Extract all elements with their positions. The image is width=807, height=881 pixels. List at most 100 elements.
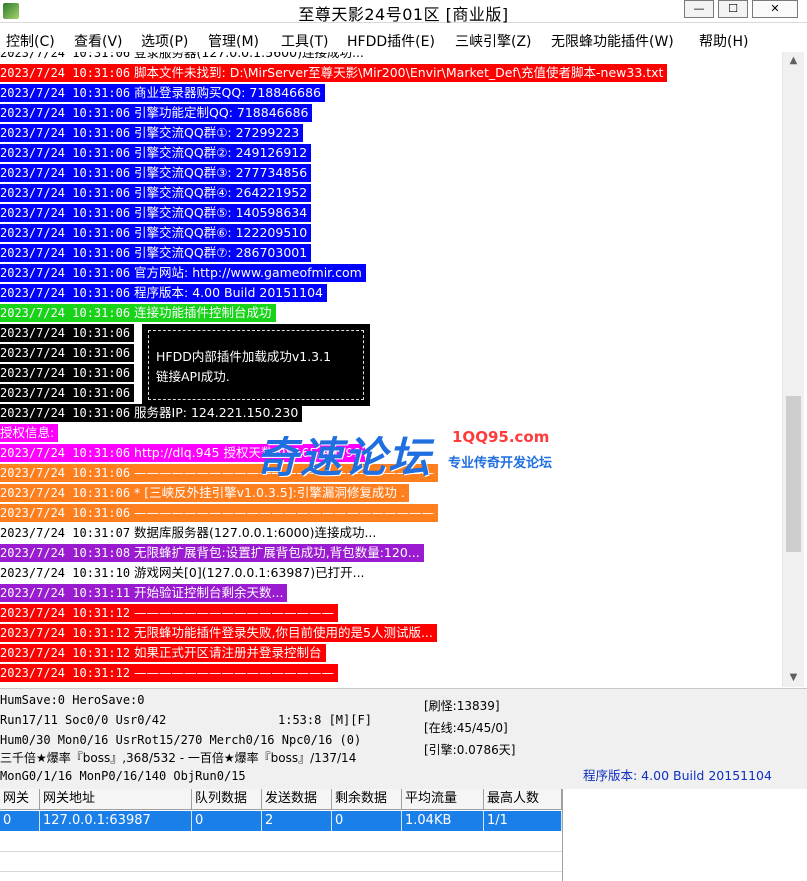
log-line: 2023/7/24 10:31:12 如果正式开区请注册并登录控制台 bbox=[0, 644, 326, 662]
col-gateway-address[interactable]: 网关地址 bbox=[40, 789, 192, 809]
log-message: 数据库服务器(127.0.0.1:6000)连接成功... bbox=[134, 525, 377, 540]
log-line: 2023/7/24 10:31:06 服务器IP: 124.221.150.23… bbox=[0, 404, 303, 422]
log-line: 2023/7/24 10:31:06 引擎交流QQ群④: 264221952 bbox=[0, 184, 312, 202]
menu-options[interactable]: 选项(P) bbox=[141, 31, 188, 51]
log-timestamp: 2023/7/24 10:31:07 bbox=[0, 526, 131, 540]
program-version: 程序版本: 4.00 Build 20151104 bbox=[583, 768, 772, 783]
gateway-id: 0 bbox=[0, 811, 40, 831]
menu-help[interactable]: 帮助(H) bbox=[699, 31, 748, 51]
log-timestamp: 2023/7/24 10:31:08 bbox=[0, 546, 131, 560]
object-status: Hum0/30 Mon0/16 UsrRot15/270 Merch0/16 N… bbox=[0, 733, 362, 747]
queue-data: 0 bbox=[192, 811, 262, 831]
col-send-data[interactable]: 发送数据 bbox=[262, 789, 332, 809]
menu-hfdd-plugin[interactable]: HFDD插件(E) bbox=[347, 31, 435, 51]
col-avg-traffic[interactable]: 平均流量 bbox=[402, 789, 484, 809]
log-line: 2023/7/24 10:31:07 数据库服务器(127.0.0.1:6000… bbox=[0, 524, 380, 542]
log-timestamp: 2023/7/24 10:31:06 bbox=[0, 386, 131, 400]
log-line: 2023/7/24 10:31:06 商业登录器购买QQ: 718846686 bbox=[0, 84, 325, 102]
log-message: ———————————————— bbox=[134, 605, 335, 620]
max-users: 1/1 bbox=[484, 811, 562, 831]
menu-manage[interactable]: 管理(M) bbox=[208, 31, 259, 51]
log-message: ———————————————————————— bbox=[134, 505, 435, 520]
watermark-title: 奇速论坛 bbox=[256, 433, 433, 482]
menu-view[interactable]: 查看(V) bbox=[74, 31, 123, 51]
log-message: 授权信息: bbox=[0, 425, 55, 440]
log-line: 2023/7/24 10:31:06 bbox=[0, 324, 135, 342]
gateway-table-header: 网关 网关地址 队列数据 发送数据 剩余数据 平均流量 最高人数 bbox=[0, 789, 562, 810]
maximize-button[interactable]: ☐ bbox=[718, 0, 748, 18]
log-message: 引擎交流QQ群③: 277734856 bbox=[134, 165, 308, 180]
server-log[interactable]: 2023/7/24 10:31:12 ———————————————— 2023/… bbox=[0, 52, 781, 687]
col-remaining-data[interactable]: 剩余数据 bbox=[332, 789, 402, 809]
log-line: 2023/7/24 10:31:06 bbox=[0, 384, 135, 402]
log-line: 2023/7/24 10:31:06 —————————————————————… bbox=[0, 504, 439, 522]
log-timestamp: 2023/7/24 10:31:06 bbox=[0, 306, 131, 320]
log-line: 2023/7/24 10:31:06 * [三峡反外挂引擎v1.0.3.5]:引… bbox=[0, 484, 409, 502]
log-line: 2023/7/24 10:31:12 无限蜂功能插件登录失败,你目前使用的是5人… bbox=[0, 624, 437, 642]
log-timestamp: 2023/7/24 10:31:06 bbox=[0, 246, 131, 260]
col-gateway[interactable]: 网关 bbox=[0, 789, 40, 809]
log-line: 2023/7/24 10:31:10 游戏网关[0](127.0.0.1:639… bbox=[0, 564, 369, 582]
gateway-table: 网关 网关地址 队列数据 发送数据 剩余数据 平均流量 最高人数 0 127.0… bbox=[0, 789, 563, 881]
log-message: 引擎交流QQ群④: 264221952 bbox=[134, 185, 308, 200]
log-message: 商业登录器购买QQ: 718846686 bbox=[134, 85, 321, 100]
col-queue-data[interactable]: 队列数据 bbox=[192, 789, 262, 809]
log-timestamp: 2023/7/24 10:31:06 bbox=[0, 406, 131, 420]
save-status: HumSave:0 HeroSave:0 bbox=[0, 693, 145, 707]
log-line: 2023/7/24 10:31:06 脚本文件未找到: D:\MirServer… bbox=[0, 64, 668, 82]
scroll-down-icon[interactable]: ▼ bbox=[783, 669, 804, 687]
log-line: 2023/7/24 10:31:06 程序版本: 4.00 Build 2015… bbox=[0, 284, 327, 302]
log-timestamp: 2023/7/24 10:31:06 bbox=[0, 206, 131, 220]
log-scrollbar[interactable]: ▲ ▼ bbox=[782, 52, 804, 687]
log-timestamp: 2023/7/24 10:31:12 bbox=[0, 646, 131, 660]
log-message: 如果正式开区请注册并登录控制台 bbox=[134, 645, 322, 660]
log-timestamp: 2023/7/24 10:31:06 bbox=[0, 326, 131, 340]
log-timestamp: 2023/7/24 10:31:12 bbox=[0, 626, 131, 640]
log-timestamp: 2023/7/24 10:31:06 bbox=[0, 266, 131, 280]
log-line: 2023/7/24 10:31:06 引擎交流QQ群③: 277734856 bbox=[0, 164, 312, 182]
log-timestamp: 2023/7/24 10:31:11 bbox=[0, 586, 131, 600]
menu-sanxia-engine[interactable]: 三峡引擎(Z) bbox=[455, 31, 532, 51]
log-timestamp: 2023/7/24 10:31:06 bbox=[0, 366, 131, 380]
log-line: 2023/7/24 10:31:06 引擎交流QQ群⑦: 286703001 bbox=[0, 244, 312, 262]
log-timestamp: 2023/7/24 10:31:06 bbox=[0, 226, 131, 240]
scroll-up-icon[interactable]: ▲ bbox=[783, 52, 804, 70]
menu-control[interactable]: 控制(C) bbox=[6, 31, 55, 51]
log-timestamp: 2023/7/24 10:31:06 bbox=[0, 86, 131, 100]
table-row[interactable]: 0 127.0.0.1:63987 0 2 0 1.04KB 1/1 bbox=[0, 811, 562, 831]
watermark-url: 1QQ95.com bbox=[452, 428, 550, 446]
remaining-data: 0 bbox=[332, 811, 402, 831]
log-message: 服务器IP: 124.221.150.230 bbox=[134, 405, 299, 420]
log-message: 登录服务器(127.0.0.1:5600)连接成功... bbox=[134, 52, 364, 60]
log-line: 2023/7/24 10:31:06 引擎交流QQ群②: 249126912 bbox=[0, 144, 312, 162]
log-message: 引擎交流QQ群②: 249126912 bbox=[134, 145, 308, 160]
log-timestamp: 2023/7/24 10:31:06 bbox=[0, 146, 131, 160]
log-message: ———————————————— bbox=[134, 665, 335, 680]
log-timestamp: 2023/7/24 10:31:06 bbox=[0, 186, 131, 200]
status-panel: HumSave:0 HeroSave:0 Run17/11 Soc0/0 Usr… bbox=[0, 688, 807, 789]
log-line: 2023/7/24 10:31:06 引擎交流QQ群①: 27299223 bbox=[0, 124, 304, 142]
drop-rate-status: 三千倍★爆率『boss』,368/532 - 一百倍★爆率『boss』/137/… bbox=[0, 751, 357, 765]
api-link-message: 链接API成功. bbox=[156, 369, 230, 384]
online-count: [在线:45/45/0] bbox=[424, 721, 508, 735]
avg-traffic: 1.04KB bbox=[402, 811, 484, 831]
menu-tools[interactable]: 工具(T) bbox=[281, 31, 328, 51]
log-message: 开始验证控制台剩余天数... bbox=[134, 585, 284, 600]
scroll-thumb[interactable] bbox=[786, 396, 801, 552]
empty-table-row bbox=[0, 831, 562, 852]
log-line: 2023/7/24 10:31:06 bbox=[0, 364, 135, 382]
log-line: 2023/7/24 10:31:06 引擎交流QQ群⑥: 122209510 bbox=[0, 224, 312, 242]
minimize-button[interactable]: — bbox=[684, 0, 714, 18]
close-button[interactable]: ✕ bbox=[752, 0, 798, 18]
forum-watermark: 奇速论坛 1QQ95.com 专业传奇开发论坛 bbox=[256, 424, 556, 482]
log-timestamp: 2023/7/24 10:31:06 bbox=[0, 486, 131, 500]
log-line: 授权信息: bbox=[0, 424, 59, 442]
empty-table-row bbox=[0, 851, 562, 872]
log-line: 2023/7/24 10:31:06 登录服务器(127.0.0.1:5600)… bbox=[0, 52, 368, 62]
log-timestamp: 2023/7/24 10:31:06 bbox=[0, 346, 131, 360]
uptime-status: 1:53:8 [M][F] bbox=[278, 713, 372, 727]
run-status: Run17/11 Soc0/0 Usr0/42 bbox=[0, 713, 167, 727]
menu-wuxianfeng-plugin[interactable]: 无限蜂功能插件(W) bbox=[551, 31, 674, 51]
col-max-users[interactable]: 最高人数 bbox=[484, 789, 562, 809]
log-timestamp: 2023/7/24 10:31:06 bbox=[0, 52, 131, 60]
